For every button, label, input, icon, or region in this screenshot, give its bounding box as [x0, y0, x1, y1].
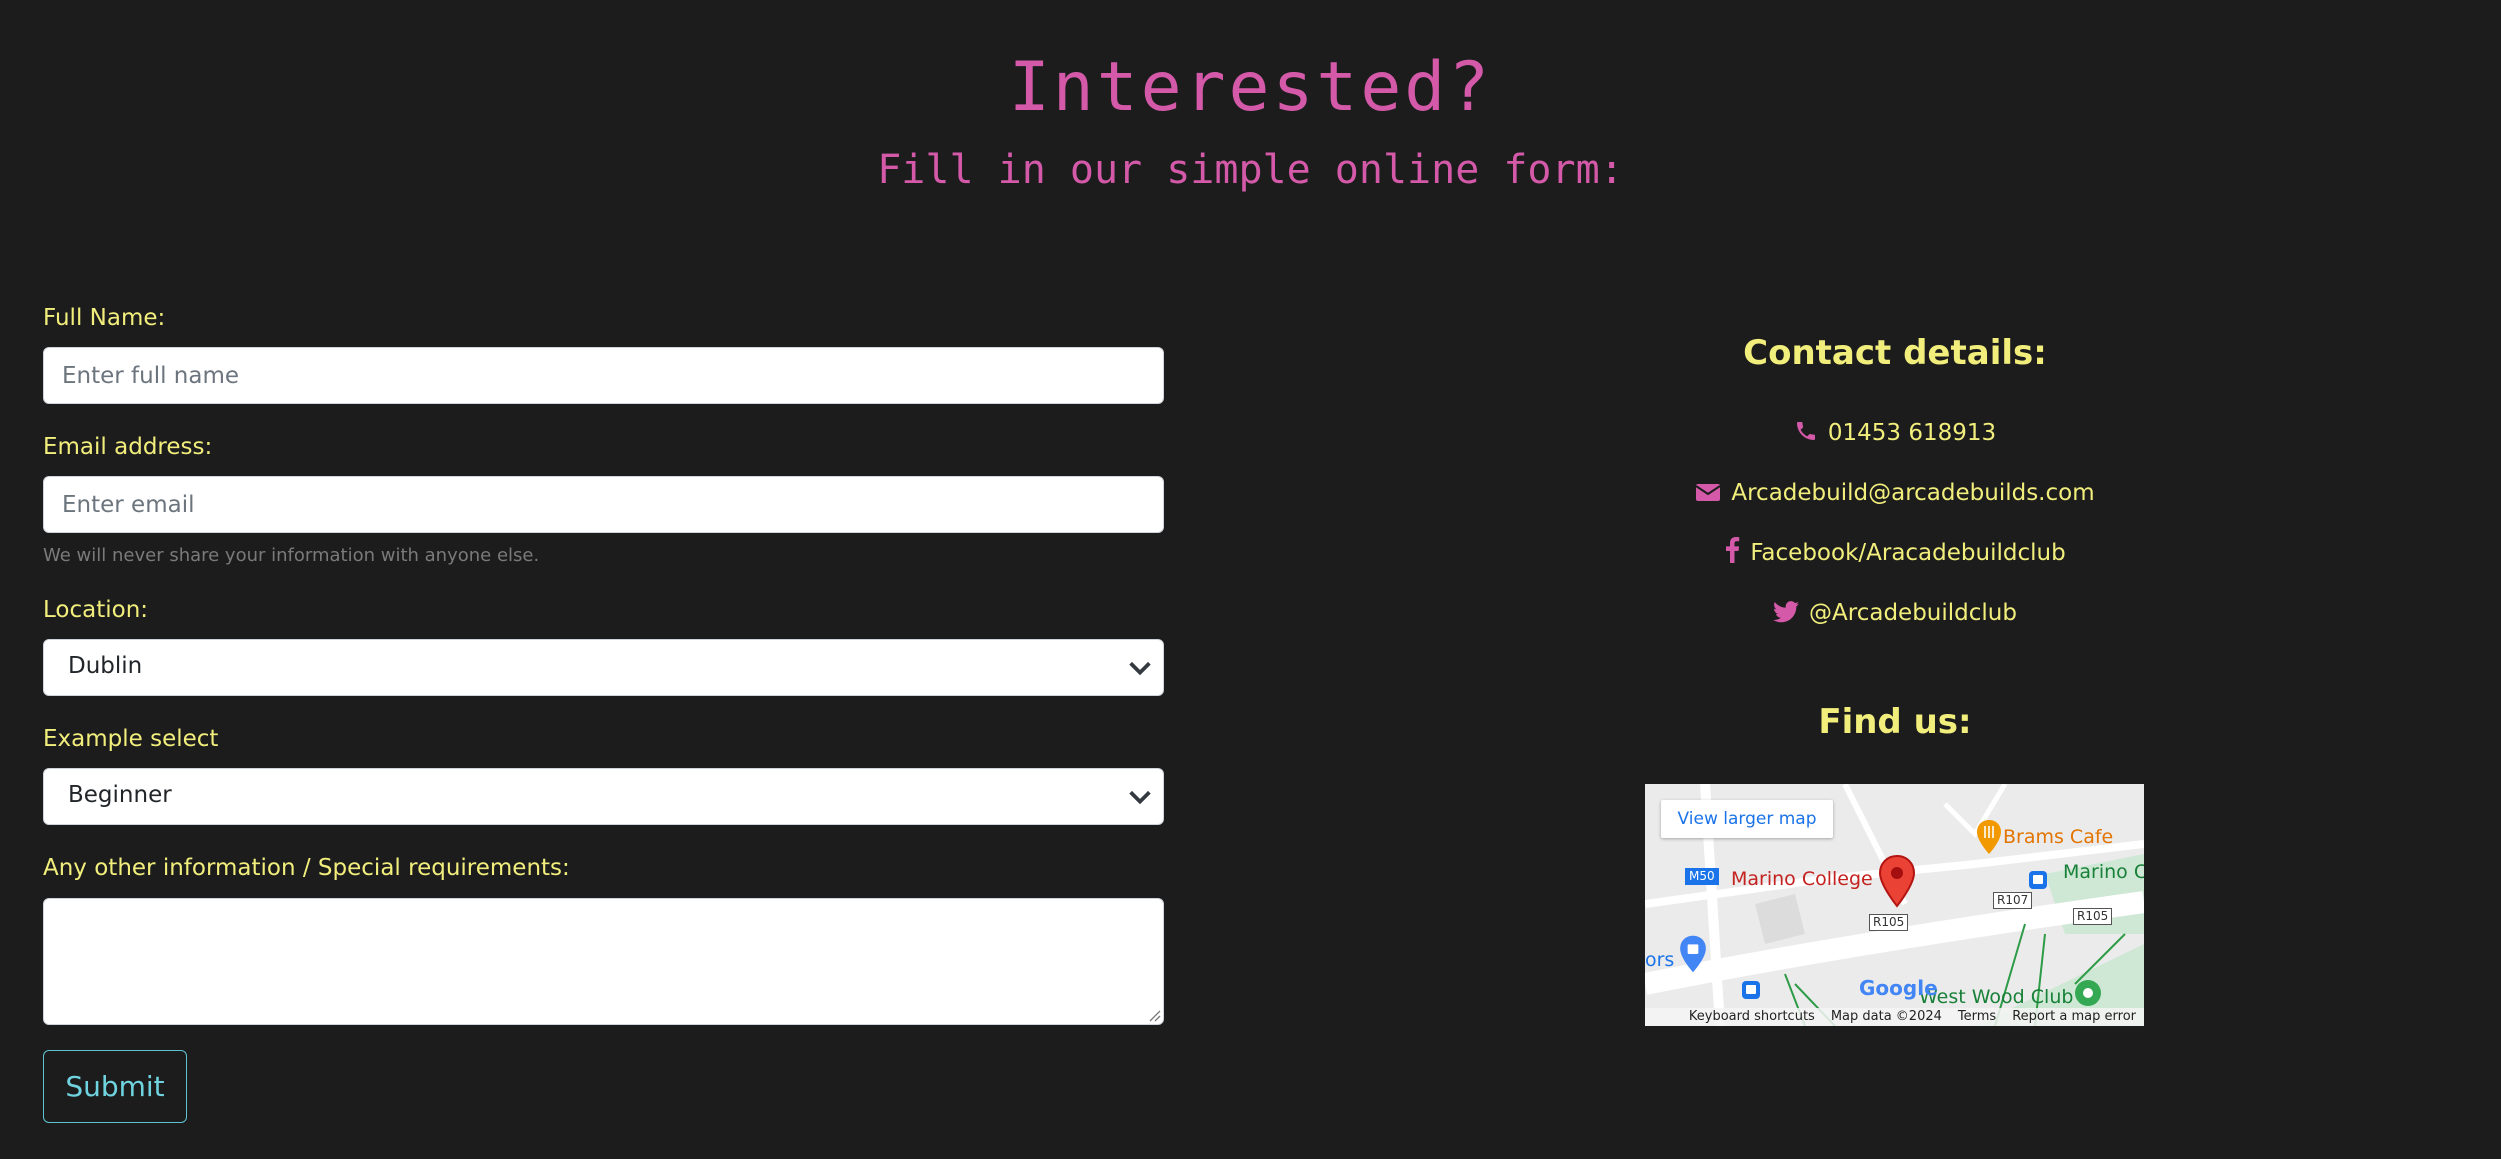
road-tag-m50: M50 [1685, 868, 1719, 885]
map-label-marino-college: Marino College [1731, 868, 1873, 890]
map-label-west-wood-club: West Wood Club [1919, 986, 2074, 1008]
contact-twitter[interactable]: @Arcadebuildclub [1580, 597, 2210, 629]
level-selected-value: Beginner [68, 782, 172, 808]
email-label: Email address: [43, 434, 213, 460]
location-pin-icon [1878, 854, 1916, 908]
contact-heading: Contact details: [1743, 333, 2047, 373]
email-input[interactable] [43, 476, 1164, 533]
view-larger-map-link[interactable]: View larger map [1661, 800, 1833, 838]
contact-facebook[interactable]: Facebook/Aracadebuildclub [1580, 537, 2210, 569]
resize-grip-icon[interactable] [1147, 1008, 1161, 1022]
contact-email[interactable]: Arcadebuild@arcadebuilds.com [1580, 477, 2210, 509]
road-tag-r105-east: R105 [2073, 908, 2113, 925]
google-logo: Google [1859, 976, 1938, 1000]
map-label-brams-cafe: Brams Cafe [2003, 826, 2114, 848]
map-footer: Keyboard shortcuts Map data ©2024 Terms … [1645, 1008, 2144, 1026]
find-us-heading: Find us: [1818, 702, 1972, 742]
keyboard-shortcuts-link[interactable]: Keyboard shortcuts [1689, 1008, 1815, 1026]
bus-stop-icon [1742, 981, 1760, 999]
submit-button[interactable]: Submit [43, 1050, 187, 1123]
location-select[interactable]: Dublin [43, 639, 1164, 696]
embedded-map[interactable]: View larger map Marino College Brams Caf… [1645, 784, 2144, 1026]
contact-twitter-text: @Arcadebuildclub [1809, 600, 2017, 626]
page-subtitle: Fill in our simple online form: [877, 147, 1624, 193]
level-label: Example select [43, 726, 219, 752]
contact-email-text: Arcadebuild@arcadebuilds.com [1731, 480, 2095, 506]
contact-phone[interactable]: 01453 618913 [1580, 417, 2210, 449]
bus-stop-icon [2029, 871, 2047, 889]
terms-link[interactable]: Terms [1958, 1008, 1996, 1026]
map-data-text: Map data ©2024 [1830, 1009, 1942, 1024]
twitter-icon [1773, 601, 1800, 623]
full-name-input[interactable] [43, 347, 1164, 404]
restaurant-pin-icon [1977, 820, 2001, 854]
location-label: Location: [43, 597, 149, 623]
contact-facebook-text: Facebook/Aracadebuildclub [1750, 540, 2066, 566]
facebook-icon [1726, 537, 1740, 563]
other-info-textarea[interactable] [43, 898, 1164, 1025]
envelope-icon [1695, 484, 1721, 501]
park-pin-icon [2075, 980, 2101, 1006]
shopping-pin-icon [1680, 935, 1706, 973]
email-help-text: We will never share your information wit… [43, 545, 540, 566]
level-select[interactable]: Beginner [43, 768, 1164, 825]
contact-phone-text: 01453 618913 [1827, 420, 1997, 446]
other-info-label: Any other information / Special requirem… [43, 855, 570, 881]
full-name-label: Full Name: [43, 305, 166, 331]
phone-icon [1796, 422, 1815, 440]
map-label-partial: ors [1645, 949, 1675, 971]
chevron-down-icon [1129, 790, 1151, 805]
report-map-error-link[interactable]: Report a map error [2012, 1008, 2136, 1026]
chevron-down-icon [1129, 661, 1151, 676]
map-label-marino-crescent: Marino Crescent [2063, 861, 2144, 883]
location-selected-value: Dublin [68, 653, 143, 679]
road-tag-r105: R105 [1869, 914, 1909, 931]
page-title: Interested? [1008, 48, 1493, 127]
road-tag-r107: R107 [1993, 892, 2033, 909]
